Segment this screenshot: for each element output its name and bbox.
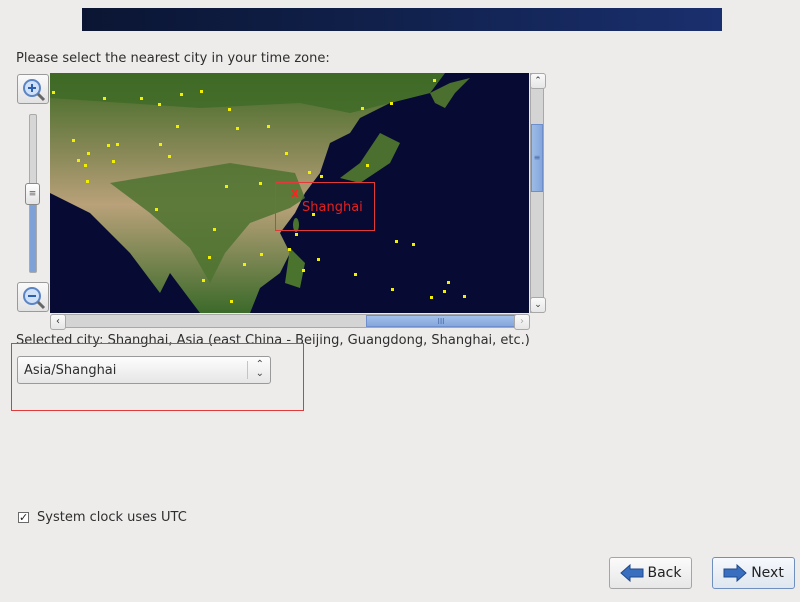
header-banner [82, 8, 722, 31]
zoom-in-button[interactable] [17, 74, 49, 104]
utc-checkbox[interactable]: ✓ [18, 512, 29, 523]
city-dot[interactable] [159, 143, 162, 146]
city-dot[interactable] [107, 144, 110, 147]
city-dot[interactable] [260, 253, 263, 256]
city-dot[interactable] [317, 258, 320, 261]
arrow-left-icon [619, 564, 643, 582]
city-dot[interactable] [87, 152, 90, 155]
map-horizontal-scrollbar[interactable]: ‹ III › [50, 314, 530, 330]
city-dot[interactable] [267, 125, 270, 128]
city-dot[interactable] [180, 93, 183, 96]
city-dot[interactable] [366, 164, 369, 167]
city-dot[interactable] [155, 208, 158, 211]
city-dot[interactable] [433, 79, 436, 82]
utc-checkbox-label: System clock uses UTC [37, 510, 187, 525]
timezone-map[interactable]: x Shanghai [50, 73, 529, 313]
city-dot[interactable] [243, 263, 246, 266]
city-dot[interactable] [208, 256, 211, 259]
city-dot[interactable] [103, 97, 106, 100]
map-vertical-scrollbar[interactable]: ⌃ ≡ ⌄ [530, 73, 546, 313]
city-dot[interactable] [176, 125, 179, 128]
selected-city-marker-icon: x [291, 186, 299, 200]
city-dot[interactable] [463, 295, 466, 298]
city-dot[interactable] [84, 164, 87, 167]
city-dot[interactable] [285, 152, 288, 155]
city-dot[interactable] [86, 180, 89, 183]
city-dot[interactable] [361, 107, 364, 110]
scroll-up-button[interactable]: ⌃ [530, 73, 546, 89]
vertical-scroll-thumb[interactable]: ≡ [531, 124, 543, 192]
zoom-slider-fill [30, 200, 36, 272]
zoom-out-button[interactable] [17, 282, 49, 312]
map-city-label: Shanghai [302, 200, 363, 215]
city-dot[interactable] [390, 102, 393, 105]
city-dot[interactable] [443, 290, 446, 293]
city-dot[interactable] [354, 273, 357, 276]
city-dot[interactable] [158, 103, 161, 106]
prompt-label: Please select the nearest city in your t… [16, 51, 330, 66]
city-dot[interactable] [259, 182, 262, 185]
timezone-select[interactable]: Asia/Shanghai ⌃ ⌄ [17, 356, 271, 384]
back-button-label: Back [647, 565, 682, 581]
city-dot[interactable] [288, 248, 291, 251]
up-down-chevron-icon: ⌃ ⌄ [255, 359, 264, 379]
city-dot[interactable] [168, 155, 171, 158]
scroll-down-button[interactable]: ⌄ [530, 297, 546, 313]
zoom-out-icon [23, 287, 46, 310]
arrow-right-icon [723, 564, 747, 582]
city-dot[interactable] [412, 243, 415, 246]
city-dot[interactable] [228, 108, 231, 111]
city-dot[interactable] [72, 139, 75, 142]
scroll-right-button[interactable]: › [514, 314, 530, 330]
city-dot[interactable] [447, 281, 450, 284]
zoom-slider-handle[interactable]: ≡ [25, 183, 40, 205]
city-dot[interactable] [320, 175, 323, 178]
city-dot[interactable] [230, 300, 233, 303]
city-dot[interactable] [52, 91, 55, 94]
city-dot[interactable] [200, 90, 203, 93]
city-dot[interactable] [236, 127, 239, 130]
city-dot[interactable] [225, 185, 228, 188]
back-button[interactable]: Back [609, 557, 692, 589]
zoom-controls: ≡ [17, 73, 49, 313]
city-dot[interactable] [391, 288, 394, 291]
city-dot[interactable] [116, 143, 119, 146]
city-dot[interactable] [112, 160, 115, 163]
timezone-select-value: Asia/Shanghai [24, 363, 117, 378]
city-dot[interactable] [77, 159, 80, 162]
next-button-label: Next [751, 565, 784, 581]
city-dot[interactable] [140, 97, 143, 100]
city-dot[interactable] [202, 279, 205, 282]
zoom-in-icon [23, 79, 46, 102]
city-dot[interactable] [395, 240, 398, 243]
scroll-left-button[interactable]: ‹ [50, 314, 66, 330]
next-button[interactable]: Next [712, 557, 795, 589]
city-dot[interactable] [213, 228, 216, 231]
city-dot[interactable] [430, 296, 433, 299]
city-dot[interactable] [302, 269, 305, 272]
city-dot[interactable] [308, 171, 311, 174]
horizontal-scroll-thumb[interactable]: III [366, 315, 516, 327]
city-dot[interactable] [295, 233, 298, 236]
utc-checkbox-row[interactable]: ✓ System clock uses UTC [18, 510, 187, 525]
combo-separator [247, 361, 248, 379]
